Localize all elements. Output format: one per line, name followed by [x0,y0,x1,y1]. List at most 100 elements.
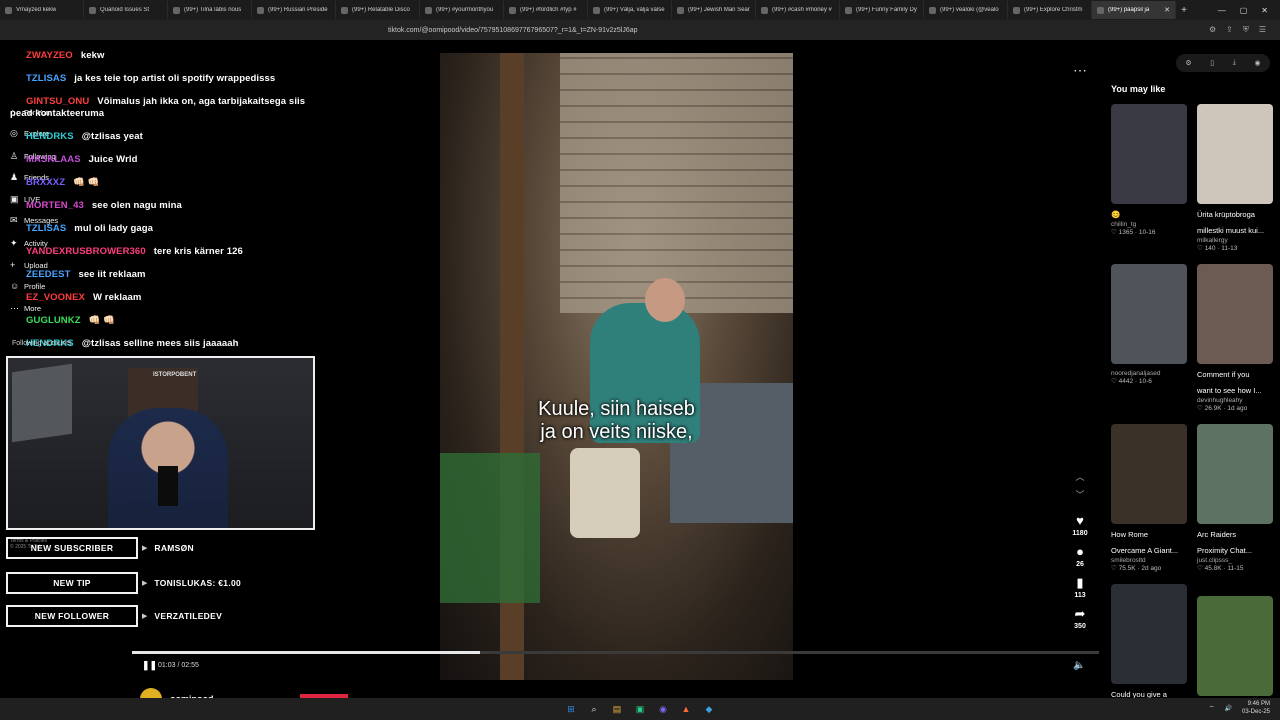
maximize-icon[interactable]: ▢ [1240,6,1248,15]
browser-tab[interactable]: (99+) Relatable Disco [336,1,420,19]
download-icon[interactable]: ⤓ [1233,59,1236,67]
browser-tab[interactable]: (99+) Välja, välja valse [588,1,672,19]
browser-tab[interactable]: (99+) Explore Christm [1008,1,1092,19]
steam-icon[interactable]: ◆ [703,703,716,716]
extension-icon[interactable]: ⚙ [1209,25,1216,35]
window-controls: — ▢ ✕ [1218,6,1280,15]
browser-tab[interactable]: (99+) #cash #money # [756,1,840,19]
start-icon[interactable]: ⊞ [565,703,578,716]
card-caption: How Rome [1111,530,1149,539]
chat-message: MASKLAAS Juice Wrld [10,154,330,166]
browser-tab[interactable]: (99+) Tilna läbis nõus [168,1,252,19]
video-thumbnail[interactable] [1111,584,1187,684]
video-thumbnail[interactable] [1197,104,1273,204]
video-player[interactable]: Kuule, siin haiseb ja on veits niiske, [440,53,793,680]
recommended-video-card[interactable]: Could you give a [1111,584,1187,700]
like-icon[interactable]: ♥ [1068,514,1092,528]
video-thumbnail[interactable] [1197,264,1273,364]
bookmark-action[interactable]: ▮ 113 [1068,576,1092,600]
chat-username: MASKLAAS [26,153,81,165]
alert-row: NEW FOLLOWER ▶ VERZATILEDEV [6,605,222,627]
browser-tab[interactable]: (99+) #yourmonthyou [420,1,504,19]
new-tab-button[interactable]: + [1176,5,1192,16]
browser-tab[interactable]: Vmayzed kekw [0,1,84,19]
browser-tab[interactable]: (99+) Funny Family Dy [840,1,924,19]
card-author[interactable]: devinhughleahy [1197,397,1273,404]
settings-icon[interactable]: ⚙ [1185,59,1191,67]
share-icon[interactable]: ⇪ [1226,25,1233,35]
video-thumbnail[interactable] [1111,104,1187,204]
tab-favicon-icon [89,6,96,14]
recommended-video-card[interactable]: 😊 chillin_tg ♡ 1365 · 10-16 [1111,104,1187,236]
card-author[interactable]: smilebrosltd [1111,557,1187,564]
chat-username: TZLISAS [26,73,67,84]
alert-value: RAMSØN [154,543,194,553]
chat-message: YANDEXRUSBROWER360 tere kris kärner 126 [10,246,330,258]
wifi-icon[interactable]: ⌔ [1209,704,1215,712]
pause-icon[interactable]: ❚❚ [142,660,157,671]
file-explorer-icon[interactable]: ▤ [611,703,624,716]
chat-message: ZWAYZEO kekw [10,50,330,62]
video-person-head [645,278,685,322]
video-actions: ︿ ﹀ ♥ 1180 ● 26 ▮ 113 ➦ 350 [1068,470,1092,630]
card-author[interactable]: milkallergy [1197,237,1273,244]
chat-username: YANDEXRUSBROWER360 [26,245,146,257]
comment-icon[interactable]: ● [1068,545,1092,559]
video-thumbnail[interactable] [1111,264,1187,364]
next-video-icon[interactable]: ﹀ [1068,488,1092,506]
browser-tab[interactable]: Quanoid Issues St [84,1,168,19]
tab-favicon-icon [677,6,684,14]
card-author[interactable]: nooredjanaljased [1111,370,1187,377]
browser-tab[interactable]: (99+) Russian Preside [252,1,336,19]
video-thumbnail[interactable] [1111,424,1187,524]
tab-title: (99+) Explore Christm [1024,7,1083,13]
discord-icon[interactable]: ◉ [657,703,670,716]
recommended-video-card[interactable]: Comment if you want to see how I... devinh… [1197,264,1273,412]
search-icon[interactable]: ⌕ [588,703,601,716]
close-tab-icon[interactable]: ✕ [1164,6,1170,14]
shield-icon[interactable]: ⛨ [1243,25,1249,35]
recommended-video-card[interactable]: great jeans [1197,596,1273,712]
chat-text: 👊🏻 👊🏻 [73,176,100,188]
progress-fill [132,651,481,654]
previous-video-icon[interactable]: ︿ [1068,470,1092,488]
video-thumbnail[interactable] [1197,596,1273,696]
browser-tab[interactable]: (99+) #fordlich #fyp # [504,1,588,19]
chat-message: HENDRKS @tzlisas yeat [10,131,330,143]
recommended-video-card[interactable]: nooredjanaljased ♡ 4442 · 10-6 [1111,264,1187,385]
close-window-icon[interactable]: ✕ [1261,6,1268,15]
panel-toolbar: ⚙ ▯ ⤓ ◉ [1176,54,1270,72]
bookmark-icon[interactable]: ▮ [1068,576,1092,590]
profile-icon[interactable]: ◉ [1255,59,1261,67]
card-caption: Ürita krüptobroga [1197,210,1255,219]
chat-message: MORTEN_43 see olen nagu mina [10,200,330,212]
menu-icon[interactable]: ☰ [1259,25,1266,35]
phone-icon[interactable]: ▯ [1210,59,1214,67]
share-icon[interactable]: ➦ [1068,607,1092,621]
video-thumbnail[interactable] [1197,424,1273,524]
share-action[interactable]: ➦ 350 [1068,607,1092,631]
video-progress-bar[interactable] [132,651,1099,654]
recommended-video-card[interactable]: Ürita krüptobroga millestki muust kui... m… [1197,104,1273,252]
card-author[interactable]: just.clipsss_ [1197,557,1273,564]
more-options-icon[interactable]: ⋯ [1073,62,1087,79]
like-count: 1180 [1072,530,1088,537]
url-text[interactable]: tiktok.com/@oomipood/video/7579510869776… [388,27,638,34]
recommended-video-card[interactable]: Arc Raiders Proximity Chat... just.clipsss… [1197,424,1273,572]
volume-tray-icon[interactable]: 🔊 [1225,705,1232,712]
tab-title: Quanoid Issues St [100,7,150,13]
card-author[interactable]: chillin_tg [1111,221,1187,228]
recommended-video-card[interactable]: How Rome Overcame A Giant... smilebrosltd ♡… [1111,424,1187,572]
app-icon[interactable]: ▣ [634,703,647,716]
browser-tab[interactable]: (99+) Jewish Man Sear [672,1,756,19]
browser-tab[interactable]: (99+) paapsil ja ✕ [1092,1,1176,19]
clock[interactable]: 9:46 PM 03-Dec-25 [1242,700,1270,716]
like-action[interactable]: ♥ 1180 [1068,514,1092,538]
volume-icon[interactable]: 🔈 [1073,660,1085,671]
comment-action[interactable]: ● 26 [1068,545,1092,569]
brave-icon[interactable]: ▲ [680,703,693,716]
tab-title: (99+) Relatable Disco [352,7,410,13]
tab-title: (99+) Jewish Man Sear [688,7,750,13]
minimize-icon[interactable]: — [1218,6,1226,15]
browser-tab[interactable]: (99+) vealoki (@vealo [924,1,1008,19]
